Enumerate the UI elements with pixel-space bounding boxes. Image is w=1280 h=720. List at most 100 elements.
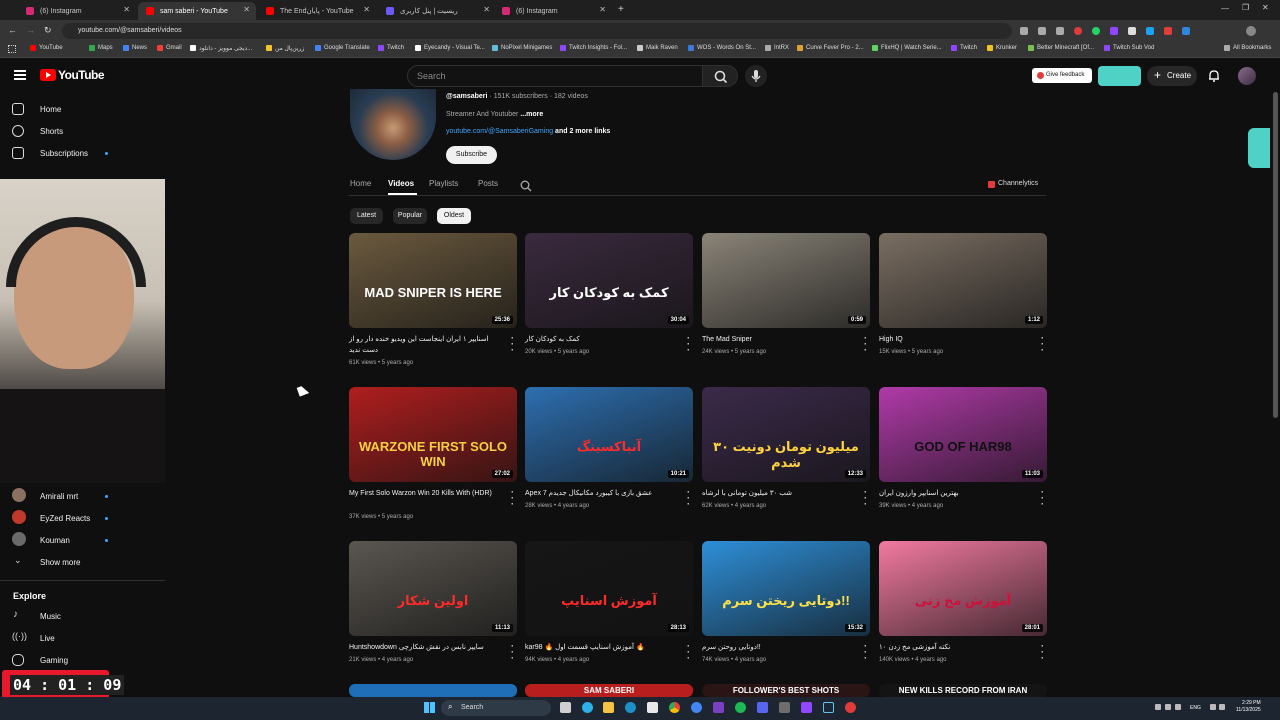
chip-latest[interactable]: Latest — [350, 208, 383, 224]
video-title[interactable]: کمک به کودکان کار — [525, 334, 675, 345]
close-icon[interactable]: ✕ — [243, 5, 250, 14]
subscribe-button[interactable]: Subscribe — [446, 146, 497, 164]
more-options-icon[interactable]: · · · — [864, 642, 868, 663]
new-tab-icon[interactable]: + — [618, 4, 624, 15]
video-title[interactable]: My First Solo Warzon Win 20 Kills With (… — [349, 488, 499, 499]
minimize-icon[interactable]: — — [1221, 4, 1229, 13]
reload-icon[interactable]: ↻ — [44, 25, 52, 36]
bookmark-item[interactable]: News — [123, 45, 147, 51]
video-thumbnail[interactable]: MAD SNIPER IS HERE 25:36 — [349, 233, 517, 328]
channel-link[interactable]: youtube.com/@SamsaberiGaming — [446, 128, 553, 135]
video-title[interactable]: Apex 7 عشق بازی با کیبورد مکانیکال جدیدم — [525, 488, 675, 499]
sidebar-item-live[interactable]: ((·)) Live — [12, 629, 55, 647]
channel-description[interactable]: Streamer And Youtuber ...more — [446, 111, 543, 118]
more-options-icon[interactable]: · · · — [864, 488, 868, 509]
more-links-text[interactable]: and 2 more links — [553, 128, 610, 135]
channel-links[interactable]: youtube.com/@SamsaberiGaming and 2 more … — [446, 128, 610, 135]
tray-icons[interactable] — [1210, 704, 1232, 712]
more-options-icon[interactable]: · · · — [864, 334, 868, 355]
bookmark-item[interactable]: Maps — [89, 45, 113, 51]
bookmark-item[interactable]: دیجی موویز - دانلود... — [190, 45, 252, 52]
store-icon[interactable] — [647, 702, 658, 713]
search-input[interactable]: Search — [407, 65, 703, 87]
menu-icon[interactable] — [14, 70, 26, 80]
video-title[interactable]: نکته آموزشی مخ زدن ۱۰ — [879, 642, 1029, 653]
browser-tab-active[interactable]: sam saberi - YouTube ✕ — [138, 2, 256, 20]
close-window-icon[interactable]: ✕ — [1262, 3, 1269, 12]
more-options-icon[interactable]: · · · — [1041, 334, 1045, 355]
video-thumbnail[interactable]: FOLLOWER'S BEST SHOTS — [702, 684, 870, 697]
channelytics-button[interactable]: Channelytics — [988, 180, 1038, 188]
search-button[interactable] — [702, 65, 738, 87]
youtube-logo-icon[interactable] — [40, 69, 56, 81]
tab-playlists[interactable]: Playlists — [429, 179, 458, 188]
system-tray-icons[interactable] — [1155, 704, 1185, 712]
video-title[interactable]: بهترین اسنایپر وارزون ایران — [879, 488, 1029, 499]
close-icon[interactable]: ✕ — [363, 5, 370, 14]
edge-icon[interactable] — [582, 702, 593, 713]
app-icon[interactable] — [713, 702, 724, 713]
video-thumbnail[interactable]: دوتایی ریختن سرم!! 15:32 — [702, 541, 870, 636]
chip-oldest[interactable]: Oldest — [437, 208, 471, 224]
extension-toggle[interactable] — [1098, 66, 1141, 86]
account-avatar[interactable] — [1238, 67, 1256, 85]
video-thumbnail[interactable] — [349, 684, 517, 697]
video-thumbnail[interactable]: آموزش مخ زنی 28:01 — [879, 541, 1047, 636]
more-options-icon[interactable]: · · · — [687, 488, 691, 509]
bookmark-item[interactable]: NoPixel Minigames — [492, 45, 552, 51]
notifications-icon[interactable] — [1208, 69, 1220, 82]
sidebar-item-subscriptions[interactable]: Subscriptions — [12, 144, 108, 162]
bookmark-item[interactable]: FlixHQ | Watch Serie... — [872, 45, 942, 51]
more-options-icon[interactable]: · · · — [1041, 642, 1045, 663]
extension-floating-button[interactable] — [1248, 128, 1270, 168]
sidebar-subscription-item[interactable]: Kouman — [12, 531, 108, 549]
show-more-button[interactable]: ⌄ Show more — [12, 553, 80, 571]
more-options-icon[interactable]: · · · — [511, 642, 515, 663]
forward-icon[interactable]: → — [26, 25, 35, 35]
video-thumbnail[interactable]: SAM SABERI — [525, 684, 693, 697]
app-icon[interactable] — [779, 702, 790, 713]
start-icon[interactable] — [424, 702, 435, 713]
bookmark-item[interactable]: Curve Fever Pro - 2... — [797, 45, 864, 51]
video-thumbnail[interactable]: اولین شکار 11:13 — [349, 541, 517, 636]
bookmark-item[interactable]: Better Minecraft [Of... — [1028, 45, 1094, 51]
address-bar[interactable]: youtube.com/@samsaberi/videos — [62, 23, 1012, 39]
close-icon[interactable]: ✕ — [483, 5, 490, 14]
taskbar-clock[interactable]: 2:29 PM 11/13/2025 — [1236, 700, 1261, 714]
more-options-icon[interactable]: · · · — [687, 334, 691, 355]
chip-popular[interactable]: Popular — [393, 208, 427, 224]
video-thumbnail[interactable]: NEW KILLS RECORD FROM IRAN — [879, 684, 1047, 697]
taskbar-search[interactable]: Search — [441, 700, 551, 716]
bookmark-item[interactable]: زرین‌پال من — [266, 45, 304, 52]
bookmark-item[interactable]: Twitch Sub Vod — [1104, 45, 1154, 51]
browser-tab[interactable]: (6) Instagram ✕ — [494, 2, 612, 20]
bookmark-item[interactable]: YouTube — [30, 45, 63, 51]
app-icon[interactable] — [845, 702, 856, 713]
video-title[interactable]: The Mad Sniper — [702, 334, 852, 345]
tab-videos[interactable]: Videos — [388, 179, 414, 188]
close-icon[interactable]: ✕ — [599, 5, 606, 14]
profile-avatar-icon[interactable] — [1246, 26, 1256, 36]
bookmark-item[interactable]: Krunker — [987, 45, 1017, 51]
steam-icon[interactable] — [823, 702, 834, 713]
app-icon[interactable] — [801, 702, 812, 713]
video-thumbnail[interactable]: آنباکسینگ 10:21 — [525, 387, 693, 482]
video-thumbnail[interactable]: WARZONE FIRST SOLO WIN 27:02 — [349, 387, 517, 482]
video-thumbnail[interactable]: ۳۰ میلیون تومان دونیت شدم 12:33 — [702, 387, 870, 482]
microphone-button[interactable] — [745, 65, 767, 87]
video-title[interactable]: High IQ — [879, 334, 1029, 345]
sidebar-item-home[interactable]: Home — [12, 100, 61, 118]
more-options-icon[interactable]: · · · — [1041, 488, 1045, 509]
tab-posts[interactable]: Posts — [478, 179, 498, 188]
video-title[interactable]: kar98 🔥 آموزش اسنایپ قسمت اول 🔥 — [525, 642, 675, 653]
tab-home[interactable]: Home — [350, 179, 371, 188]
task-view-icon[interactable] — [560, 702, 571, 713]
browser-tab[interactable]: The Endپایان - YouTube ✕ — [258, 2, 376, 20]
scrollbar[interactable] — [1273, 92, 1278, 418]
bookmark-item[interactable]: Google Translate — [315, 45, 370, 51]
browser-tab[interactable]: (6) Instagram ✕ — [18, 2, 136, 20]
language-indicator[interactable]: ENG — [1190, 705, 1201, 711]
youtube-logo-text[interactable]: YouTube — [58, 68, 105, 82]
bookmark-item[interactable]: Twitch — [951, 45, 977, 51]
bookmark-item[interactable]: Twitch — [378, 45, 404, 51]
